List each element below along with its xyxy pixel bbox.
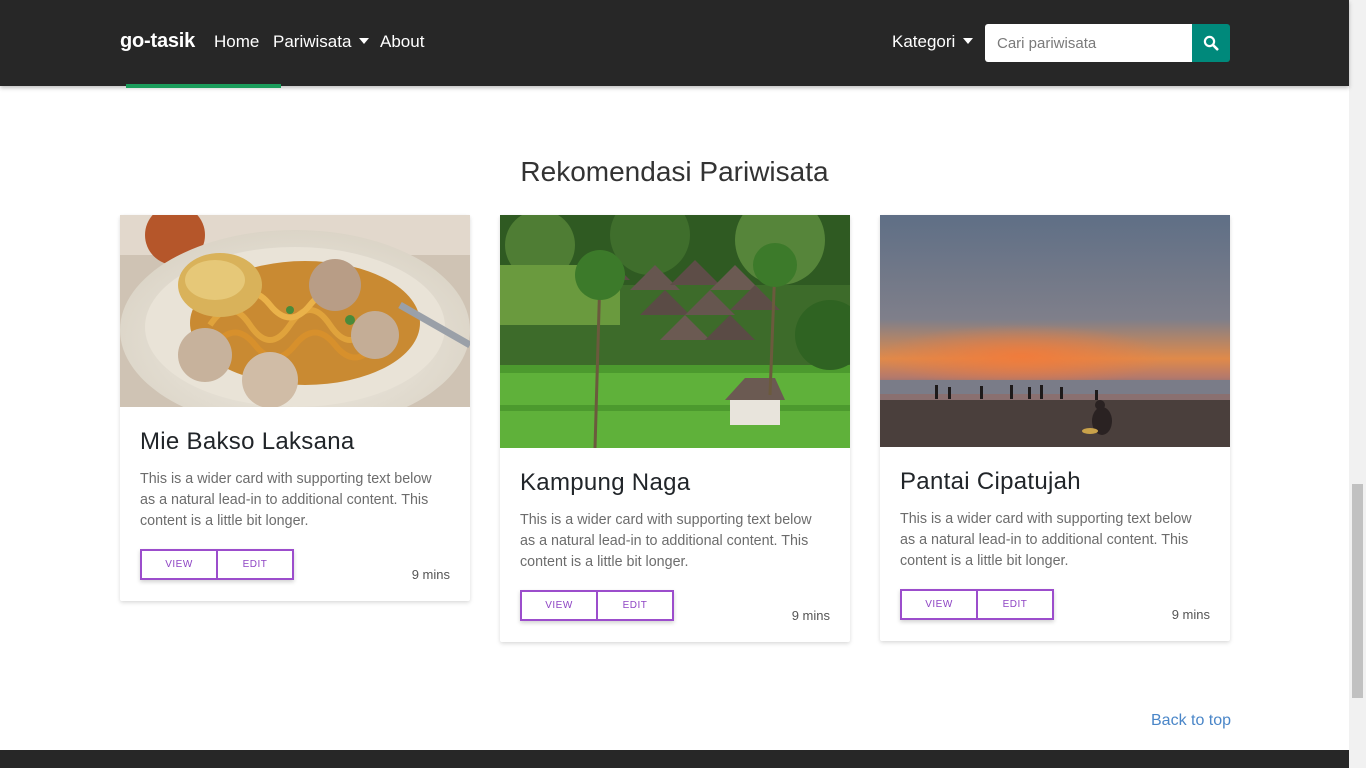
card-time: 9 mins [1171, 607, 1210, 622]
search-icon [1203, 35, 1219, 51]
view-button[interactable]: VIEW [520, 590, 598, 621]
card-kampung-naga: Kampung Naga This is a wider card with s… [500, 215, 850, 642]
active-indicator [126, 84, 281, 88]
card-time: 9 mins [791, 608, 830, 623]
section-title: Rekomendasi Pariwisata [520, 156, 829, 187]
card-text: This is a wider card with supporting tex… [900, 511, 1192, 569]
card-image-village[interactable] [500, 215, 850, 448]
caret-down-icon [963, 38, 974, 44]
search-input[interactable] [985, 24, 1193, 62]
page-scrollbar[interactable] [1349, 0, 1366, 768]
card-title: Pantai Cipatujah [900, 468, 1081, 495]
card-text: This is a wider card with supporting tex… [520, 512, 812, 570]
nav-pariwisata-label: Pariwisata [273, 32, 352, 51]
card-button-group: VIEW EDIT [520, 590, 674, 621]
footer [0, 750, 1349, 768]
card-body: Pantai Cipatujah This is a wider card wi… [880, 468, 1230, 622]
card-body: Kampung Naga This is a wider card with s… [500, 469, 850, 623]
card-text: This is a wider card with supporting tex… [140, 471, 432, 529]
nav-kategori-dropdown[interactable]: Kategori [892, 32, 974, 52]
view-button[interactable]: VIEW [140, 549, 218, 580]
page: go-tasik Home Pariwisata About Kategori … [0, 0, 1366, 768]
card-title: Kampung Naga [520, 469, 691, 496]
card-mie-bakso: Mie Bakso Laksana This is a wider card w… [120, 215, 470, 601]
card-image-beach[interactable] [880, 215, 1230, 447]
brand-logo[interactable]: go-tasik [120, 30, 195, 53]
card-image-noodles[interactable] [120, 215, 470, 407]
navbar: go-tasik Home Pariwisata About Kategori [0, 0, 1349, 86]
edit-button[interactable]: EDIT [976, 589, 1054, 620]
nav-pariwisata-dropdown[interactable]: Pariwisata [273, 32, 370, 52]
card-time: 9 mins [411, 567, 450, 582]
back-to-top-link[interactable]: Back to top [1151, 712, 1231, 730]
card-title: Mie Bakso Laksana [140, 428, 355, 455]
card-body: Mie Bakso Laksana This is a wider card w… [120, 428, 470, 582]
card-button-group: VIEW EDIT [900, 589, 1054, 620]
edit-button[interactable]: EDIT [596, 590, 674, 621]
edit-button[interactable]: EDIT [216, 549, 294, 580]
caret-down-icon [359, 38, 370, 44]
scrollbar-thumb[interactable] [1352, 484, 1363, 698]
nav-about[interactable]: About [380, 32, 424, 52]
card-button-group: VIEW EDIT [140, 549, 294, 580]
search-button[interactable] [1192, 24, 1230, 62]
nav-kategori-label: Kategori [892, 32, 956, 51]
view-button[interactable]: VIEW [900, 589, 978, 620]
card-pantai-cipatujah: Pantai Cipatujah This is a wider card wi… [880, 215, 1230, 641]
nav-home[interactable]: Home [214, 32, 259, 52]
